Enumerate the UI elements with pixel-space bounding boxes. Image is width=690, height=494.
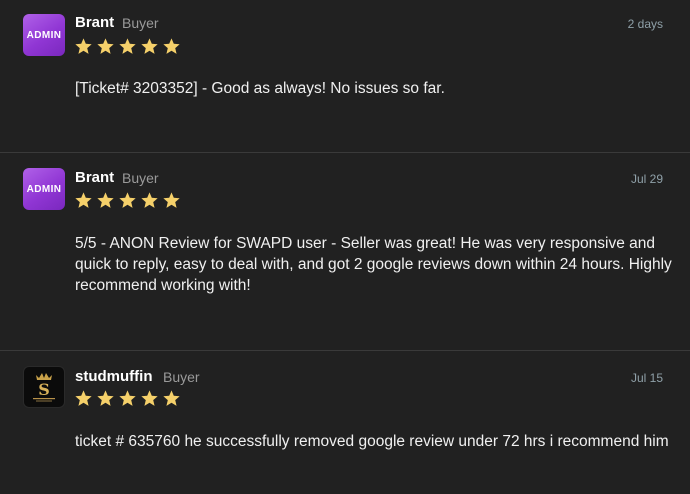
star-icon: [140, 389, 159, 408]
svg-text:S: S: [38, 380, 50, 399]
star-icon: [162, 37, 181, 56]
star-icon: [118, 37, 137, 56]
rating-stars: [74, 389, 181, 408]
reviews-list: ADMIN Brant Buyer 2 days [Ticket# 320335…: [0, 0, 690, 494]
star-icon: [118, 389, 137, 408]
username[interactable]: studmuffin: [75, 368, 152, 385]
review-text: 5/5 - ANON Review for SWAPD user - Selle…: [75, 235, 672, 294]
review-item: S studmuffin Buyer Jul 15 ticket # 63576…: [0, 351, 690, 494]
star-icon: [74, 191, 93, 210]
review-date[interactable]: Jul 29: [631, 172, 663, 186]
avatar-label: ADMIN: [26, 29, 62, 41]
logo-icon: S: [33, 373, 55, 402]
star-icon: [118, 191, 137, 210]
star-icon: [140, 191, 159, 210]
star-icon: [96, 37, 115, 56]
avatar-label: ADMIN: [26, 183, 62, 195]
star-icon: [162, 191, 181, 210]
rating-stars: [74, 191, 181, 210]
star-icon: [96, 389, 115, 408]
user-role: Buyer: [122, 15, 159, 31]
star-icon: [140, 37, 159, 56]
star-icon: [74, 37, 93, 56]
review-date[interactable]: 2 days: [628, 17, 663, 31]
user-role: Buyer: [163, 369, 200, 385]
review-text: ticket # 635760 he successfully removed …: [75, 433, 669, 450]
star-icon: [96, 191, 115, 210]
star-icon: [74, 389, 93, 408]
review-text: [Ticket# 3203352] - Good as always! No i…: [75, 80, 445, 97]
avatar[interactable]: ADMIN: [23, 168, 65, 210]
review-date[interactable]: Jul 15: [631, 371, 663, 385]
username[interactable]: Brant: [75, 14, 114, 31]
review-item: ADMIN Brant Buyer 2 days [Ticket# 320335…: [0, 0, 690, 152]
star-icon: [162, 389, 181, 408]
username[interactable]: Brant: [75, 169, 114, 186]
rating-stars: [74, 37, 181, 56]
avatar[interactable]: ADMIN: [23, 14, 65, 56]
review-item: ADMIN Brant Buyer Jul 29 5/5 - ANON Revi…: [0, 153, 690, 350]
user-role: Buyer: [122, 170, 159, 186]
studmuffin-logo-icon[interactable]: S: [23, 366, 65, 408]
